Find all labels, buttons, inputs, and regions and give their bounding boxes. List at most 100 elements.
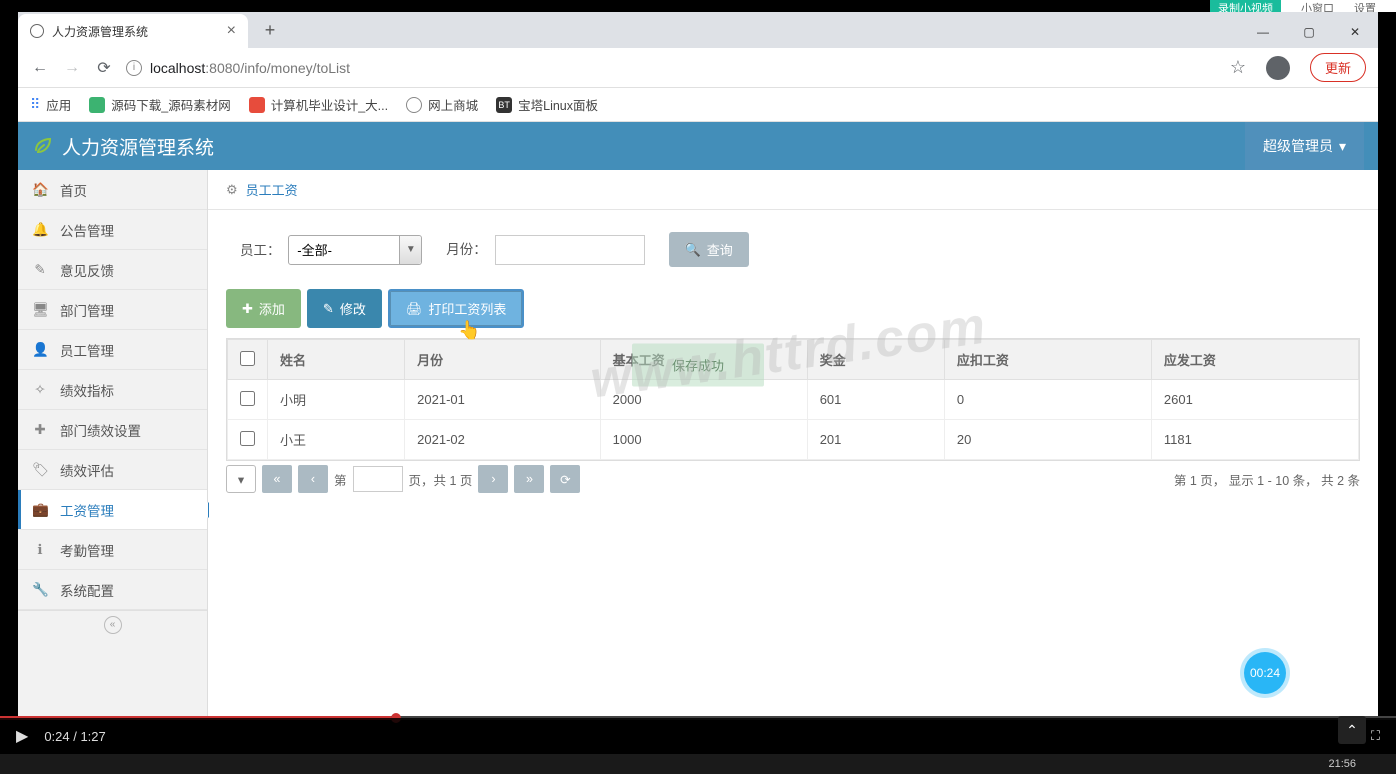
cell-deduct: 0 <box>944 380 1151 420</box>
table-row[interactable]: 小王 2021-02 1000 201 20 1181 <box>228 420 1359 460</box>
chevron-left-icon: « <box>104 616 122 634</box>
back-button[interactable]: ← <box>30 58 50 78</box>
employee-filter-label: 员工： <box>240 243 281 258</box>
profile-avatar-icon[interactable] <box>1266 56 1290 80</box>
sidebar-item-employee[interactable]: 👤员工管理 <box>18 330 207 370</box>
bookmark-favicon <box>249 97 265 113</box>
minimize-button[interactable]: — <box>1240 16 1286 48</box>
row-checkbox[interactable] <box>240 391 255 406</box>
salary-table: 姓名 月份 基本工资 奖金 应扣工资 应发工资 小明 <box>226 338 1360 461</box>
first-page-button[interactable]: « <box>262 465 292 493</box>
table-header-row: 姓名 月份 基本工资 奖金 应扣工资 应发工资 <box>228 340 1359 380</box>
app-header: 人力资源管理系统 超级管理员 ▾ <box>18 122 1378 170</box>
sidebar-item-announce[interactable]: 🔔公告管理 <box>18 210 207 250</box>
fullscreen-icon[interactable]: ⛶ <box>1371 728 1380 744</box>
user-menu[interactable]: 超级管理员 ▾ <box>1245 122 1364 170</box>
sidebar-item-feedback[interactable]: ✎意见反馈 <box>18 250 207 290</box>
app-root: 人力资源管理系统 超级管理员 ▾ 🏠首页 🔔公告管理 ✎意见反馈 🖥部门管理 👤… <box>18 122 1378 718</box>
pencil-icon: ✎ <box>32 262 48 278</box>
app-title: 人力资源管理系统 <box>62 133 214 160</box>
sidebar-item-config[interactable]: 🔧系统配置 <box>18 570 207 610</box>
add-button[interactable]: ✚添加 <box>226 289 301 328</box>
new-tab-button[interactable]: + <box>256 16 284 44</box>
print-salary-button[interactable]: 🖨打印工资列表 <box>388 289 525 328</box>
bookmark-item[interactable]: 网上商城 <box>406 95 478 114</box>
employee-select[interactable]: ▼ <box>288 235 422 265</box>
record-video-btn[interactable]: 录制小视频 <box>1210 0 1281 12</box>
url-box[interactable]: i localhost:8080/info/money/toList <box>126 60 1218 76</box>
info-icon: ℹ <box>32 542 48 558</box>
sidebar-item-home[interactable]: 🏠首页 <box>18 170 207 210</box>
refresh-button[interactable]: ⟳ <box>550 465 580 493</box>
play-button[interactable]: ▶ <box>16 726 28 746</box>
os-taskbar: 21:56 <box>0 754 1396 774</box>
edit-button[interactable]: ✎修改 <box>307 289 382 328</box>
cell-base: 1000 <box>600 420 807 460</box>
employee-select-input[interactable] <box>289 242 399 257</box>
bookmark-favicon: BT <box>496 97 512 113</box>
user-role-label: 超级管理员 <box>1263 136 1333 156</box>
last-page-button[interactable]: » <box>514 465 544 493</box>
sidebar-item-evaluation[interactable]: 🏷绩效评估 <box>18 450 207 490</box>
sidebar-item-dept[interactable]: 🖥部门管理 <box>18 290 207 330</box>
scroll-top-button[interactable]: ⌃ <box>1338 716 1366 744</box>
next-page-button[interactable]: › <box>478 465 508 493</box>
cell-name: 小明 <box>268 380 405 420</box>
search-button[interactable]: 🔍 查询 <box>669 232 749 267</box>
month-input[interactable] <box>495 235 645 265</box>
edit-icon: ✎ <box>323 301 334 317</box>
arrows-icon: ✚ <box>32 422 48 438</box>
close-tab-icon[interactable]: × <box>227 22 236 40</box>
settings-btn[interactable]: 设置 <box>1354 0 1376 12</box>
bookmark-item[interactable]: BT 宝塔Linux面板 <box>496 95 598 114</box>
os-top-toolbar: 录制小视频 小窗口 设置 <box>1210 0 1396 12</box>
url-path: /info/money/toList <box>240 60 350 76</box>
cell-deduct: 20 <box>944 420 1151 460</box>
maximize-button[interactable]: ▢ <box>1286 16 1332 48</box>
col-name: 姓名 <box>268 340 405 380</box>
small-window-btn[interactable]: 小窗口 <box>1301 0 1334 12</box>
page-size-select[interactable]: ▾ <box>226 465 256 493</box>
url-port: :8080 <box>205 60 240 76</box>
row-checkbox[interactable] <box>240 431 255 446</box>
bookmark-star-icon[interactable]: ☆ <box>1230 57 1246 78</box>
sidebar-item-attendance[interactable]: ℹ考勤管理 <box>18 530 207 570</box>
cell-month: 2021-02 <box>405 420 601 460</box>
prev-page-button[interactable]: ‹ <box>298 465 328 493</box>
video-time: 0:24 / 1:27 <box>44 729 105 744</box>
leaf-icon <box>32 135 54 157</box>
browser-tab[interactable]: 人力资源管理系统 × <box>18 14 248 48</box>
bookmark-item[interactable]: 源码下载_源码素材网 <box>89 95 230 114</box>
chevron-down-icon[interactable]: ▼ <box>399 236 421 264</box>
apps-button[interactable]: ⠿ 应用 <box>30 95 71 114</box>
cell-net: 2601 <box>1151 380 1358 420</box>
url-host: localhost <box>150 60 205 76</box>
sidebar-item-kpi[interactable]: ✧绩效指标 <box>18 370 207 410</box>
col-base: 基本工资 <box>600 340 807 380</box>
cell-bonus: 201 <box>807 420 944 460</box>
sidebar-collapse-button[interactable]: « <box>18 610 207 638</box>
recording-timer-bubble[interactable]: 00:24 <box>1244 652 1286 694</box>
print-icon: 🖨 <box>406 301 423 317</box>
close-window-button[interactable]: ✕ <box>1332 16 1378 48</box>
page-number-input[interactable] <box>353 466 403 492</box>
bookmark-favicon <box>89 97 105 113</box>
sidebar-item-salary[interactable]: 💼工资管理 <box>18 490 207 530</box>
tag-icon: 🏷 <box>32 462 48 478</box>
bookmarks-bar: ⠿ 应用 源码下载_源码素材网 计算机毕业设计_大... 网上商城 BT 宝塔L… <box>18 88 1378 122</box>
site-info-icon[interactable]: i <box>126 60 142 76</box>
breadcrumb-link[interactable]: 员工工资 <box>246 180 298 199</box>
reload-button[interactable]: ⟳ <box>94 58 114 78</box>
breadcrumb: ⚙ 员工工资 <box>208 170 1378 210</box>
forward-button[interactable]: → <box>62 58 82 78</box>
bookmark-item[interactable]: 计算机毕业设计_大... <box>249 95 388 114</box>
tab-strip: 人力资源管理系统 × + — ▢ ✕ <box>18 12 1378 48</box>
monitor-icon: 🖥 <box>32 302 48 318</box>
browser-window: 人力资源管理系统 × + — ▢ ✕ ← → ⟳ i localhost:808… <box>18 12 1378 718</box>
update-browser-button[interactable]: 更新 <box>1310 53 1366 82</box>
plus-icon: ✚ <box>242 301 253 317</box>
table-row[interactable]: 小明 2021-01 2000 601 0 2601 <box>228 380 1359 420</box>
sidebar-item-dept-kpi[interactable]: ✚部门绩效设置 <box>18 410 207 450</box>
bell-icon: 🔔 <box>32 222 48 238</box>
select-all-checkbox[interactable] <box>240 351 255 366</box>
